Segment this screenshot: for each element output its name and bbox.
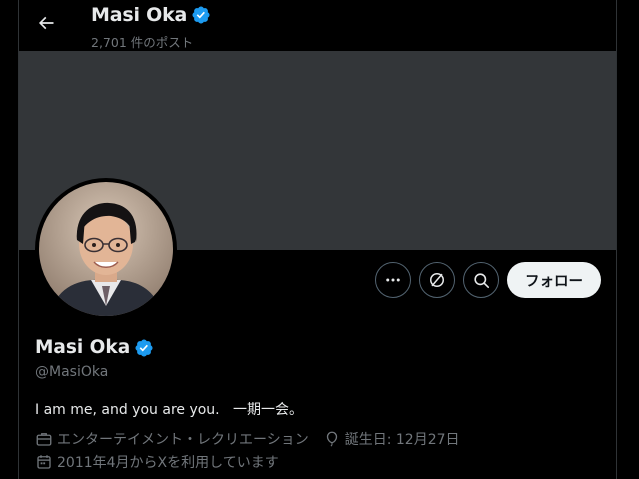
search-icon [473, 272, 489, 288]
avatar-portrait [39, 182, 173, 316]
header-display-name: Masi Oka [91, 4, 188, 26]
follow-button[interactable]: フォロー [507, 262, 601, 298]
subscribe-button[interactable] [419, 262, 455, 298]
profile-name-row: Masi Oka [35, 337, 154, 358]
profile-meta-row: エンターテイメント・レクリエーション 誕生日: 12月27日 [35, 429, 474, 449]
calendar-icon [37, 455, 51, 469]
more-button[interactable] [375, 262, 411, 298]
header-name-row: Masi Oka [91, 4, 211, 26]
profile-joined-row: 2011年4月からXを利用しています [35, 452, 279, 472]
avatar-image [39, 182, 173, 316]
verified-badge-icon[interactable] [134, 338, 154, 358]
profile-bio: I am me, and you are you. 一期一会。 [35, 402, 303, 418]
profile-display-name: Masi Oka [35, 337, 131, 358]
search-button[interactable] [463, 262, 499, 298]
profile-handle: @MasiOka [35, 364, 109, 380]
joined-label: 2011年4月からXを利用しています [57, 455, 279, 471]
avatar[interactable] [35, 178, 177, 320]
more-dots-icon [386, 278, 400, 282]
meta-birthday: 誕生日: 12月27日 [323, 429, 460, 449]
balloon-icon [326, 431, 337, 447]
column-right-border [616, 0, 617, 479]
briefcase-icon [36, 433, 52, 446]
back-button[interactable] [29, 6, 63, 40]
subscribe-icon [430, 273, 444, 287]
meta-category: エンターテイメント・レクリエーション [35, 429, 309, 449]
category-label: エンターテイメント・レクリエーション [57, 432, 309, 448]
verified-badge-icon [192, 6, 210, 24]
birthday-label: 誕生日: 12月27日 [344, 432, 460, 448]
arrow-left-icon [38, 16, 54, 30]
header-post-count: 2,701 件のポスト [91, 35, 194, 50]
profile-header-bar: Masi Oka 2,701 件のポスト [19, 0, 616, 52]
